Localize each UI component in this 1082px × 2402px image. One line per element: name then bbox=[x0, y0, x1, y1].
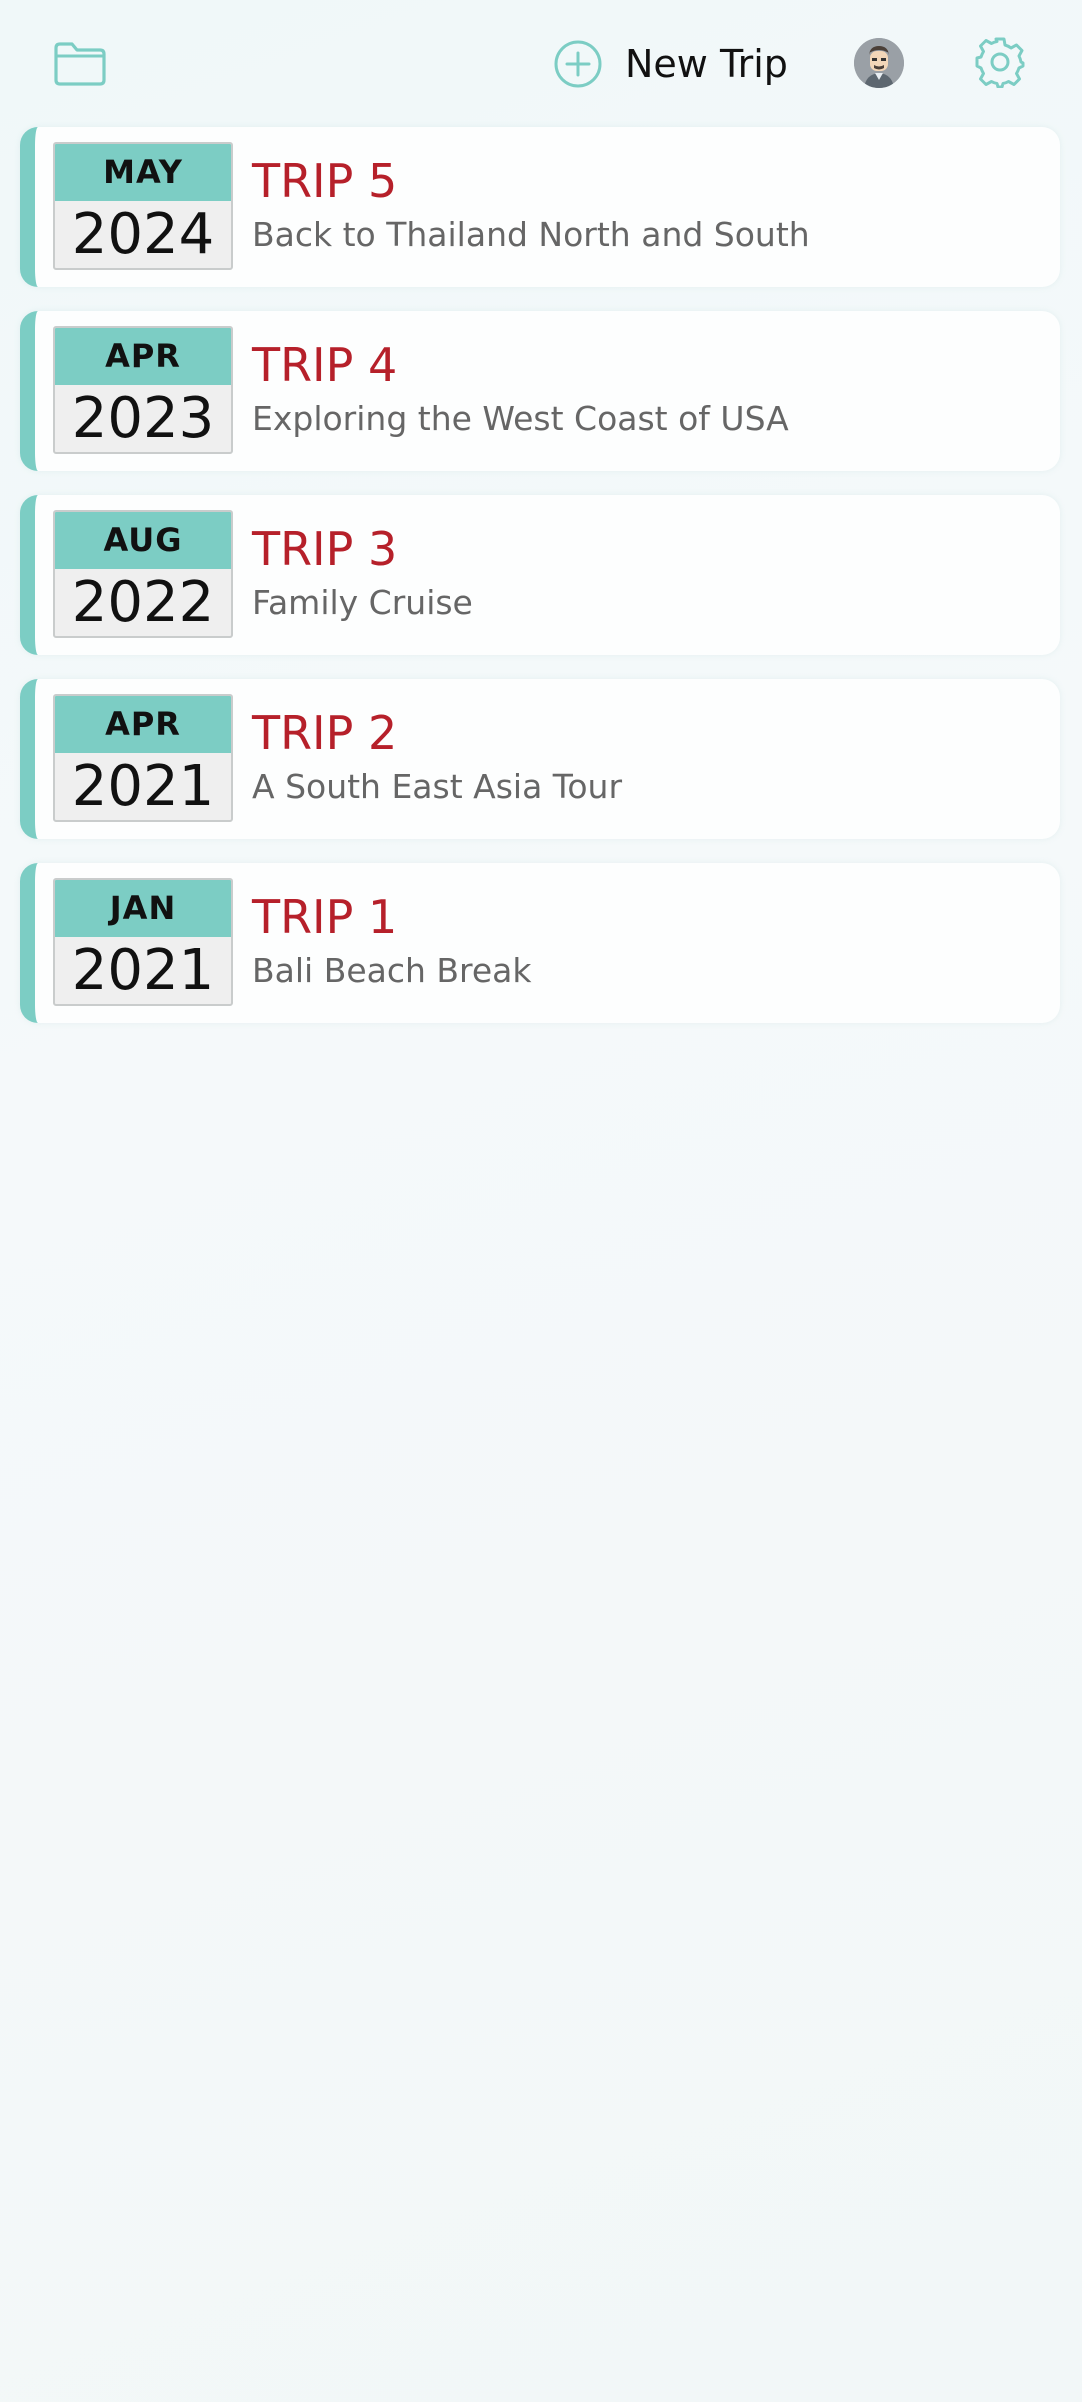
new-trip-label: New Trip bbox=[625, 42, 788, 86]
user-avatar-icon bbox=[854, 38, 904, 88]
trip-card[interactable]: AUG 2022 TRIP 3 Family Cruise bbox=[20, 495, 1060, 655]
avatar[interactable] bbox=[854, 38, 904, 88]
trip-card[interactable]: JAN 2021 TRIP 1 Bali Beach Break bbox=[20, 863, 1060, 1023]
date-month: AUG bbox=[55, 512, 231, 569]
trip-subtitle: Back to Thailand North and South bbox=[252, 215, 810, 254]
date-month: JAN bbox=[55, 880, 231, 937]
date-badge: APR 2023 bbox=[53, 326, 233, 454]
date-year: 2023 bbox=[71, 386, 215, 451]
trip-title: TRIP 5 bbox=[252, 154, 398, 208]
date-month: APR bbox=[55, 696, 231, 753]
trip-title: TRIP 2 bbox=[252, 706, 398, 760]
new-trip-button[interactable]: New Trip bbox=[553, 36, 788, 92]
date-badge: JAN 2021 bbox=[53, 878, 233, 1006]
date-badge: AUG 2022 bbox=[53, 510, 233, 638]
trip-title: TRIP 1 bbox=[252, 890, 398, 944]
date-month: MAY bbox=[55, 144, 231, 201]
date-year: 2021 bbox=[71, 754, 215, 819]
trip-subtitle: Family Cruise bbox=[252, 583, 473, 622]
gear-icon[interactable] bbox=[974, 36, 1026, 89]
trip-title: TRIP 4 bbox=[252, 338, 398, 392]
trip-subtitle: Bali Beach Break bbox=[252, 951, 532, 990]
trip-card[interactable]: MAY 2024 TRIP 5 Back to Thailand North a… bbox=[20, 127, 1060, 287]
date-year: 2021 bbox=[71, 938, 215, 1003]
trip-card[interactable]: APR 2023 TRIP 4 Exploring the West Coast… bbox=[20, 311, 1060, 471]
date-year: 2024 bbox=[71, 202, 215, 267]
trip-subtitle: Exploring the West Coast of USA bbox=[252, 399, 789, 438]
date-year: 2022 bbox=[71, 570, 215, 635]
plus-circle-icon bbox=[554, 40, 602, 88]
top-toolbar: New Trip bbox=[0, 0, 1082, 125]
trip-title: TRIP 3 bbox=[252, 522, 398, 576]
date-badge: MAY 2024 bbox=[53, 142, 233, 270]
date-month: APR bbox=[55, 328, 231, 385]
trip-subtitle: A South East Asia Tour bbox=[252, 767, 623, 806]
trip-card[interactable]: APR 2021 TRIP 2 A South East Asia Tour bbox=[20, 679, 1060, 839]
trip-list: MAY 2024 TRIP 5 Back to Thailand North a… bbox=[20, 127, 1060, 1047]
folder-icon[interactable] bbox=[52, 40, 108, 88]
date-badge: APR 2021 bbox=[53, 694, 233, 822]
